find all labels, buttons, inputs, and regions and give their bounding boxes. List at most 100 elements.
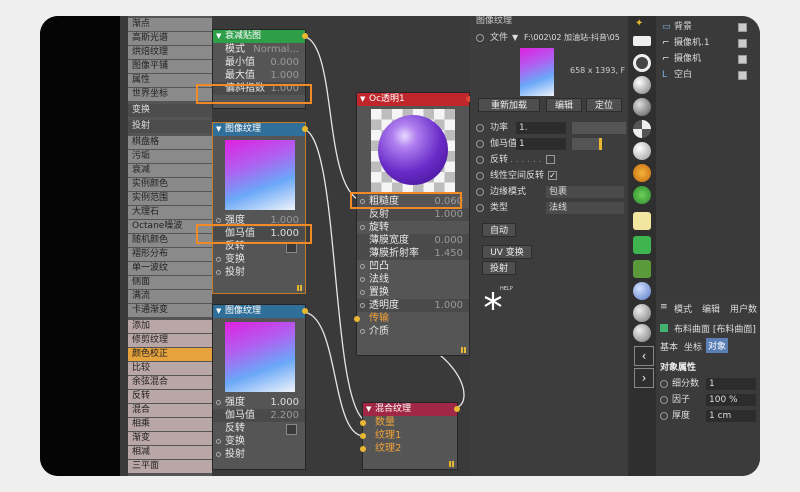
radio-icon[interactable] [476,204,484,212]
visibility-toggle[interactable] [738,55,747,64]
node-param-row[interactable]: 旋转 [357,221,469,234]
collapse-icon[interactable]: ▼ [216,305,221,318]
node-param-row[interactable]: 最小值 0.000 [213,56,305,69]
node-param-row[interactable]: 模式 Normal... [213,43,305,56]
node-param-row[interactable]: 置换 [357,286,469,299]
tab-object[interactable]: 对象 [706,338,729,353]
material-node[interactable]: ▼ Oc透明1 粗糙度 0.060 反射 1.000 旋转 薄膜宽度 0.000 薄膜折… [354,92,472,356]
node-param-row[interactable]: 纹理2 [360,442,457,455]
node-param-row[interactable]: 数量 [360,416,457,429]
collapse-icon[interactable]: ▼ [216,30,221,43]
object-row[interactable]: L 空白 [656,68,760,82]
input-dot-icon[interactable] [360,329,365,334]
edit-button[interactable]: 编辑 [546,98,582,112]
invert-checkbox[interactable] [286,424,297,435]
node-list-item[interactable]: 满流 [128,290,212,303]
node-list-item[interactable]: 投射 [128,120,212,133]
node-param-row[interactable]: 投射 [213,266,305,279]
image-texture-node-header[interactable]: ▼ 图像纹理 [213,123,305,136]
node-param-row[interactable]: 投射 [213,448,305,461]
node-list-item[interactable]: 大理石 [128,206,212,219]
input-dot-icon[interactable] [216,270,221,275]
node-param-row[interactable]: 纹理1 [360,429,457,442]
visibility-toggle[interactable] [738,39,747,48]
radio-icon[interactable] [476,172,484,180]
plant-icon[interactable] [633,186,651,204]
node-param-row[interactable]: 凹凸 [357,260,469,273]
particles-icon[interactable] [633,282,651,300]
node-param-row[interactable]: 强度 1.000 [213,396,305,409]
resize-grip-icon[interactable] [449,461,455,467]
mix-texture-node[interactable]: ▼ 混合纹理 数量 纹理1 纹理2 [360,402,460,470]
menu-edit[interactable]: 编辑 [702,302,720,315]
checkmark-icon[interactable]: ✓ [548,171,557,180]
spheres-alt-icon[interactable] [633,324,651,342]
output-port[interactable] [302,33,308,39]
object-row[interactable]: ⌐ 摄像机 [656,52,760,66]
radio-icon[interactable] [660,380,668,388]
node-param-row[interactable]: 伽马值 2.200 [213,409,305,422]
checker-ball-icon[interactable] [633,120,651,138]
chevron-left-icon[interactable]: ‹ [634,346,654,366]
power-slider[interactable] [572,122,626,134]
image-texture-node[interactable]: ▼ 图像纹理 强度 1.000 伽马值 1.000 反转 变换 投射 [212,122,308,294]
resize-grip-icon[interactable] [297,285,303,291]
tab-basic[interactable]: 基本 [660,340,678,353]
node-list-item[interactable]: 污垢 [128,150,212,163]
output-port[interactable] [302,126,308,132]
node-list-item-selected[interactable]: 颜色校正 [128,348,212,361]
input-dot-icon[interactable] [216,452,221,457]
radio-icon[interactable] [476,140,484,148]
tree-icon[interactable] [633,236,651,254]
input-port[interactable] [360,420,366,426]
mix-texture-node-header[interactable]: ▼ 混合纹理 [363,403,457,416]
radio-icon[interactable] [660,396,668,404]
type-dropdown[interactable]: 法线 [546,202,624,214]
input-port[interactable] [360,446,366,452]
subdivisions-input[interactable]: 1 [706,378,756,390]
image-texture-node[interactable]: ▼ 图像纹理 强度 1.000 伽马值 2.200 反转 变换 投射 [212,304,308,470]
flower-icon[interactable] [633,212,651,230]
input-dot-icon[interactable] [360,290,365,295]
input-dot-icon[interactable] [360,264,365,269]
radio-icon[interactable] [660,412,668,420]
reload-button[interactable]: 重新加载 [478,98,540,112]
dropdown-arrow-icon[interactable]: ▼ [512,30,518,46]
material-node-header[interactable]: ▼ Oc透明1 [357,93,469,106]
output-port[interactable] [454,406,460,412]
menu-mode[interactable]: 模式 [674,302,692,315]
image-texture-node-header[interactable]: ▼ 图像纹理 [213,305,305,318]
node-list-item[interactable]: 棋盘格 [128,136,212,149]
file-path[interactable]: F:\002\02 加油站-抖音\05 [524,30,628,46]
node-list-item[interactable]: 侧面 [128,276,212,289]
gamma-input[interactable]: 1 [516,138,566,150]
glossy-ball-icon[interactable] [633,142,651,160]
node-list-item[interactable]: 卡通渐变 [128,304,212,317]
input-dot-icon[interactable] [216,439,221,444]
grass-icon[interactable] [633,260,651,278]
menu-user-data[interactable]: 用户数 [730,302,757,315]
node-list-item[interactable]: 添加 [128,320,212,333]
projection-button[interactable]: 投射 [482,261,516,275]
node-param-row[interactable]: 反转 [213,422,305,435]
node-list-item[interactable]: 烘焙纹理 [128,46,212,59]
collapse-icon[interactable]: ▼ [360,93,365,106]
factor-input[interactable]: 100 % [706,394,756,406]
sparkle-icon[interactable]: ✦ [635,18,643,29]
node-list-item[interactable]: 相乘 [128,418,212,431]
node-param-row[interactable]: 法线 [357,273,469,286]
node-list-item[interactable]: 比较 [128,362,212,375]
object-row[interactable]: ⌐ 摄像机.1 [656,36,760,50]
thickness-input[interactable]: 1 cm [706,410,756,422]
node-param-row[interactable]: 变换 [213,253,305,266]
invert-checkbox[interactable] [546,155,555,164]
radio-icon[interactable] [476,156,484,164]
tab-coordinates[interactable]: 坐标 [684,340,702,353]
input-dot-icon[interactable] [360,303,365,308]
node-param-row[interactable]: 透明度 1.000 [357,299,469,312]
uv-transform-button[interactable]: UV 变换 [482,245,532,259]
node-param-row[interactable]: 变换 [213,435,305,448]
input-port[interactable] [354,316,360,322]
radio-icon[interactable] [476,124,484,132]
visibility-toggle[interactable] [738,23,747,32]
